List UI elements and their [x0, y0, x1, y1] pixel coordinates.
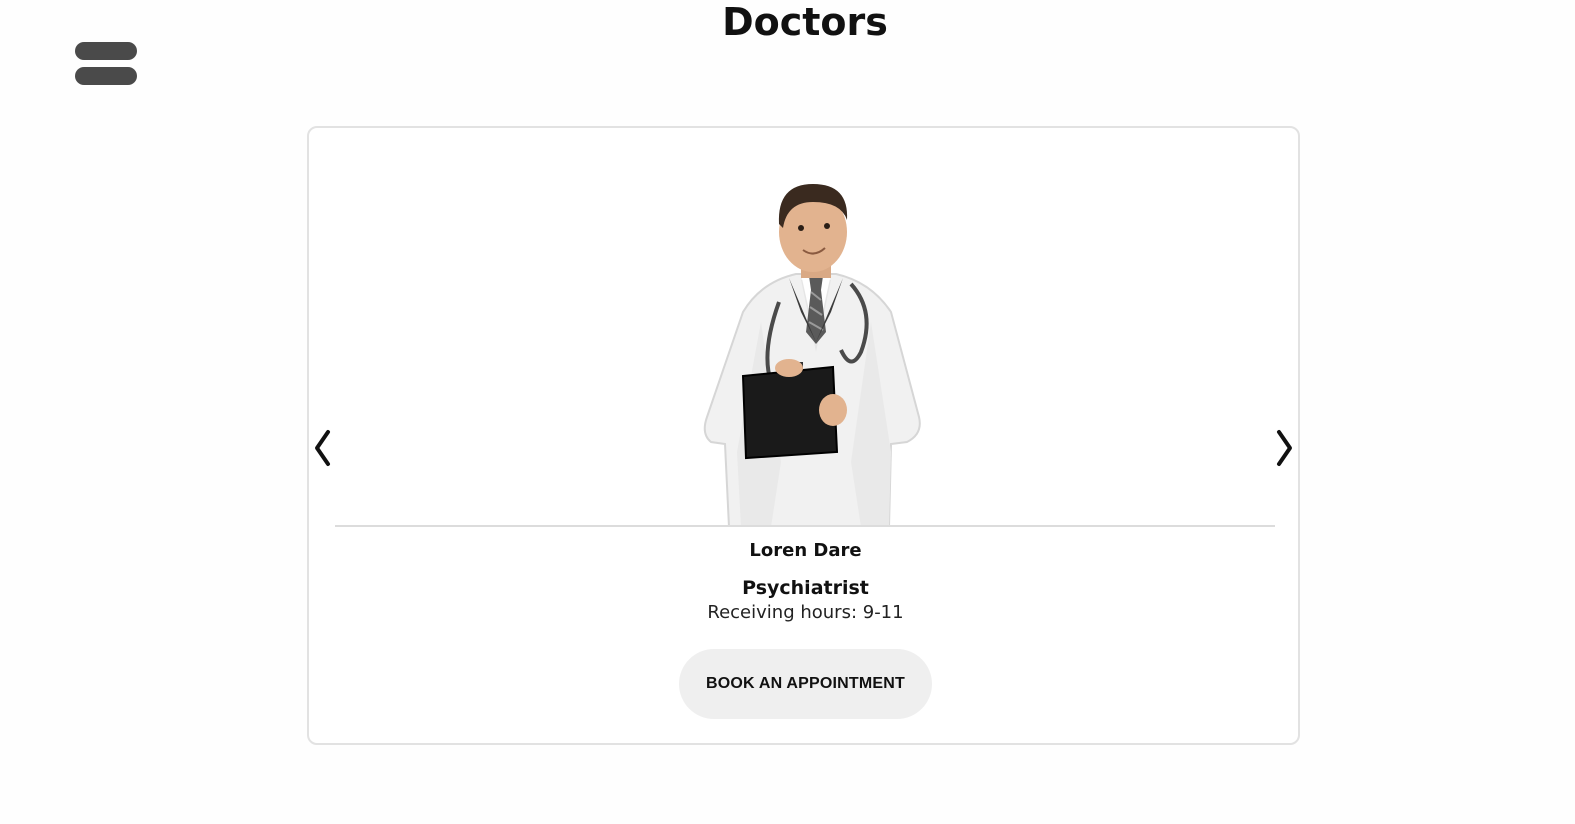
menu-bar-bottom — [75, 67, 137, 85]
hamburger-menu-icon[interactable] — [75, 42, 137, 86]
doctors-page: Doctors Loren Dare Psychiatrist Receivin… — [0, 0, 1575, 824]
page-title: Doctors — [722, 0, 888, 44]
doctor-carousel-card: Loren Dare Psychiatrist Receiving hours:… — [307, 126, 1300, 745]
doctor-photo — [703, 184, 921, 527]
receiving-hours: Receiving hours: 9-11 — [707, 602, 904, 623]
menu-bar-top — [75, 42, 137, 60]
doctor-name: Loren Dare — [749, 540, 862, 561]
chevron-left-icon — [315, 430, 330, 466]
doctor-specialty: Psychiatrist — [742, 577, 869, 599]
carousel-prev-button[interactable] — [309, 423, 339, 473]
divider — [335, 525, 1275, 527]
carousel-next-button[interactable] — [1268, 423, 1298, 473]
chevron-right-icon — [1277, 430, 1292, 466]
book-appointment-button[interactable]: BOOK AN APPOINTMENT — [679, 649, 932, 719]
